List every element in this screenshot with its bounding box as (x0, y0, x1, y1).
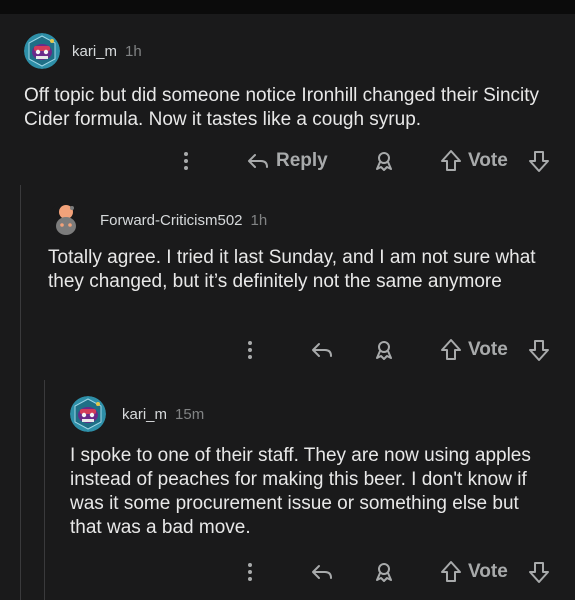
upvote-arrow-icon (441, 561, 461, 582)
reply-icon (248, 154, 268, 168)
more-options-icon[interactable] (244, 335, 256, 365)
reply-button[interactable] (310, 335, 334, 365)
downvote-arrow-icon (529, 151, 549, 172)
robot-avatar-icon[interactable] (24, 33, 60, 69)
reply-button[interactable] (310, 557, 334, 587)
username[interactable]: kari_m (72, 43, 117, 60)
downvote-arrow-icon (529, 340, 549, 361)
comment-body: I spoke to one of their staff. They are … (70, 445, 531, 538)
top-bar (0, 0, 575, 14)
robot-avatar-icon[interactable] (70, 396, 106, 432)
comment-actions: Vote (0, 335, 575, 365)
comment-header: kari_m 1h (24, 33, 142, 69)
username[interactable]: Forward-Criticism502 (100, 212, 243, 229)
upvote-arrow-icon (441, 339, 461, 360)
award-icon[interactable] (372, 146, 396, 176)
upvote-button[interactable]: Vote (440, 146, 508, 176)
upvote-button[interactable]: Vote (440, 557, 508, 587)
reply-icon (312, 565, 332, 579)
downvote-button[interactable] (528, 557, 550, 587)
downvote-arrow-icon (529, 562, 549, 583)
timestamp: 15m (175, 405, 205, 423)
more-options-icon[interactable] (180, 146, 192, 176)
vote-label: Vote (468, 561, 508, 582)
comment-actions: Vote (0, 557, 575, 587)
timestamp: 1h (250, 211, 268, 229)
comment-header: kari_m 15m (70, 396, 204, 432)
vote-label: Vote (468, 339, 508, 360)
comment-header: Forward-Criticism502 1h (48, 202, 267, 238)
thread-line[interactable] (20, 185, 21, 600)
snoo-default-avatar-icon[interactable] (48, 202, 84, 238)
comment-body: Totally agree. I tried it last Sunday, a… (48, 247, 536, 292)
award-icon[interactable] (372, 335, 396, 365)
reply-button[interactable]: Reply (246, 146, 328, 176)
upvote-button[interactable]: Vote (440, 335, 508, 365)
username[interactable]: kari_m (122, 406, 167, 423)
award-icon[interactable] (372, 557, 396, 587)
comment-body: Off topic but did someone notice Ironhil… (24, 85, 540, 130)
reply-label: Reply (276, 150, 328, 171)
upvote-arrow-icon (441, 150, 461, 171)
downvote-button[interactable] (528, 146, 550, 176)
vote-label: Vote (468, 150, 508, 171)
comment-actions: Reply Vote (0, 146, 575, 176)
reply-icon (312, 343, 332, 357)
more-options-icon[interactable] (244, 557, 256, 587)
timestamp: 1h (125, 42, 142, 60)
downvote-button[interactable] (528, 335, 550, 365)
